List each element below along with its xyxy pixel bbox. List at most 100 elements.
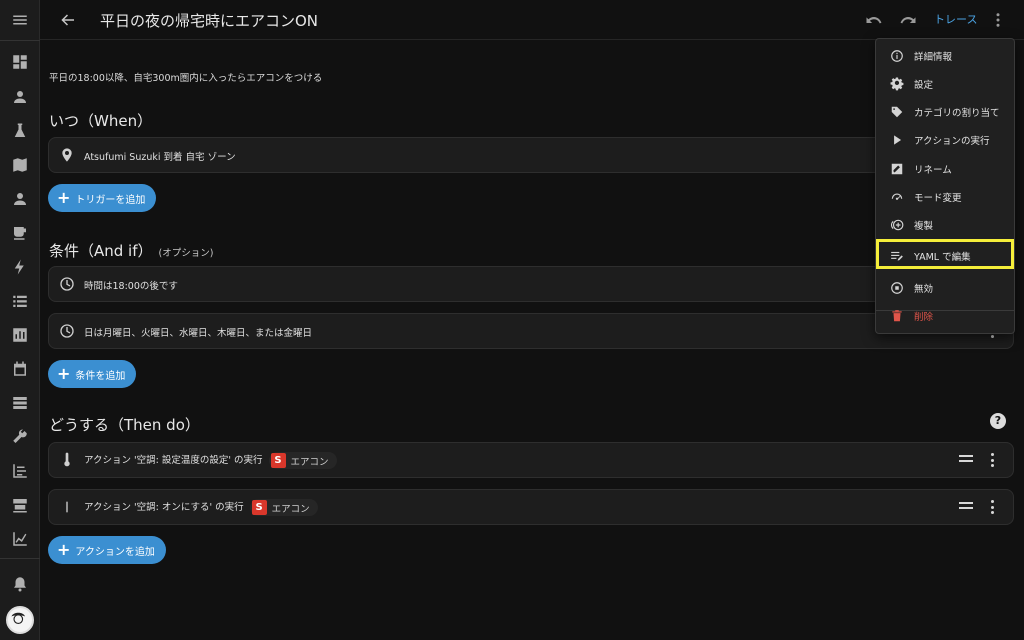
logbook-icon[interactable]	[8, 459, 32, 483]
menu-item-delete[interactable]: 削除	[876, 302, 1014, 328]
sidebar	[0, 0, 40, 640]
menu-item-rename[interactable]: リネーム	[876, 155, 1014, 181]
avatar[interactable]	[6, 606, 34, 634]
menu-item-label: アクションの実行	[914, 136, 990, 147]
server-icon[interactable]	[8, 391, 32, 415]
more-vert-icon[interactable]	[991, 500, 995, 516]
redo-icon[interactable]	[896, 8, 920, 32]
entity-chip-label: エアコン	[290, 456, 329, 468]
thermometer-icon	[59, 452, 75, 468]
calendar-icon[interactable]	[8, 357, 32, 381]
dashboard-icon[interactable]	[8, 50, 32, 74]
optional-label: (オプション)	[158, 248, 214, 259]
entity-chip[interactable]: S エアコン	[249, 499, 318, 516]
conditions-title-text: 条件（And if）	[49, 242, 153, 260]
condition-text: 時間は18:00の後です	[84, 281, 178, 292]
power-icon	[59, 499, 75, 515]
person-icon-2[interactable]	[8, 187, 32, 211]
add-condition-button[interactable]: + 条件を追加	[48, 360, 137, 388]
add-trigger-button[interactable]: + トリガーを追加	[48, 184, 157, 212]
more-vert-icon[interactable]	[986, 8, 1010, 32]
top-app-bar: 平日の夜の帰宅時にエアコンON トレース	[40, 0, 1024, 40]
back-arrow-icon[interactable]	[56, 8, 80, 32]
menu-item-label: モード変更	[914, 193, 962, 204]
menu-item-label: 無効	[914, 284, 934, 295]
action-text: アクション '空調: オンにする' の実行	[84, 502, 244, 513]
overflow-menu: 詳細情報 設定 カテゴリの割り当て アクションの実行 リネーム モード変更 複製…	[875, 38, 1015, 334]
clock-icon	[59, 323, 75, 339]
menu-item-disable[interactable]: 無効	[876, 274, 1014, 300]
menu-item-settings[interactable]: 設定	[876, 70, 1014, 96]
condition-card-time[interactable]: 時間は18:00の後です	[48, 266, 1014, 302]
menu-item-run[interactable]: アクションの実行	[876, 126, 1014, 152]
trace-button[interactable]: トレース	[934, 11, 977, 27]
bell-icon[interactable]	[8, 572, 32, 596]
conditions-section-title: 条件（And if） (オプション)	[49, 240, 213, 261]
entity-chip-label: エアコン	[271, 503, 310, 515]
person-icon[interactable]	[8, 85, 32, 109]
sidebar-divider	[0, 40, 40, 41]
menu-item-label: カテゴリの割り当て	[914, 108, 1000, 119]
menu-item-category[interactable]: カテゴリの割り当て	[876, 98, 1014, 124]
plus-icon: +	[57, 364, 71, 383]
add-condition-label: 条件を追加	[75, 370, 126, 382]
map-marker-icon	[59, 147, 75, 163]
page-title: 平日の夜の帰宅時にエアコンON	[100, 12, 319, 30]
menu-item-label: 削除	[914, 312, 934, 323]
menu-icon[interactable]	[8, 8, 32, 32]
add-action-button[interactable]: + アクションを追加	[48, 536, 166, 564]
mode-icon	[890, 189, 904, 203]
menu-item-label: 詳細情報	[914, 52, 953, 63]
automation-description: 平日の18:00以降、自宅300m圏内に入ったらエアコンをつける	[49, 73, 323, 84]
plus-icon: +	[57, 540, 71, 559]
trigger-card[interactable]: Atsufumi Suzuki 到着 自宅 ゾーン	[48, 137, 1014, 173]
drag-handle-icon[interactable]	[959, 455, 973, 465]
action-card-temperature[interactable]: アクション '空調: 設定温度の設定' の実行 S エアコン	[48, 442, 1014, 478]
clock-icon	[59, 276, 75, 292]
wrench-icon[interactable]	[8, 425, 32, 449]
brand-badge: S	[251, 500, 267, 515]
undo-icon[interactable]	[862, 8, 886, 32]
drag-handle-icon[interactable]	[959, 502, 973, 512]
action-card-power-on[interactable]: アクション '空調: オンにする' の実行 S エアコン	[48, 489, 1014, 525]
menu-item-mode[interactable]: モード変更	[876, 183, 1014, 209]
action-text-row: アクション '空調: オンにする' の実行 S エアコン	[84, 499, 318, 516]
action-text: アクション '空調: 設定温度の設定' の実行	[84, 455, 263, 466]
yaml-highlight-box	[876, 239, 1014, 269]
help-icon[interactable]: ?	[990, 413, 1006, 429]
lightning-icon[interactable]	[8, 255, 32, 279]
menu-item-label: リネーム	[914, 165, 952, 176]
condition-card-weekday[interactable]: 日は月曜日、火曜日、水曜日、木曜日、または金曜日	[48, 313, 1014, 349]
menu-item-label: 複製	[914, 221, 934, 232]
rename-icon	[890, 161, 904, 175]
add-trigger-label: トリガーを追加	[75, 194, 146, 206]
list-icon[interactable]	[8, 289, 32, 313]
condition-text: 日は月曜日、火曜日、水曜日、木曜日、または金曜日	[84, 328, 313, 339]
when-section-title: いつ（When）	[49, 112, 153, 130]
menu-item-info[interactable]: 詳細情報	[876, 42, 1014, 68]
flask-icon[interactable]	[8, 119, 32, 143]
add-action-label: アクションを追加	[75, 546, 155, 558]
cup-icon[interactable]	[8, 221, 32, 245]
menu-item-label: 設定	[914, 80, 934, 91]
play-icon	[890, 132, 904, 146]
history-icon[interactable]	[8, 527, 32, 551]
plus-icon: +	[57, 188, 71, 207]
gear-icon	[890, 76, 904, 91]
disable-icon	[890, 280, 904, 294]
actions-section-title: どうする（Then do）	[49, 416, 200, 434]
tag-icon	[890, 104, 904, 118]
action-text-row: アクション '空調: 設定温度の設定' の実行 S エアコン	[84, 452, 337, 469]
more-vert-icon[interactable]	[991, 453, 995, 469]
duplicate-icon	[890, 217, 904, 231]
sidebar-divider-bottom	[0, 558, 40, 559]
brand-badge: S	[270, 453, 286, 468]
entity-chip[interactable]: S エアコン	[268, 452, 337, 469]
info-icon	[890, 48, 904, 62]
delete-icon	[890, 308, 904, 322]
hacs-icon[interactable]	[8, 493, 32, 517]
chart-icon[interactable]	[8, 323, 32, 347]
trigger-text: Atsufumi Suzuki 到着 自宅 ゾーン	[84, 152, 236, 163]
map-icon[interactable]	[8, 153, 32, 177]
menu-item-duplicate[interactable]: 複製	[876, 211, 1014, 237]
